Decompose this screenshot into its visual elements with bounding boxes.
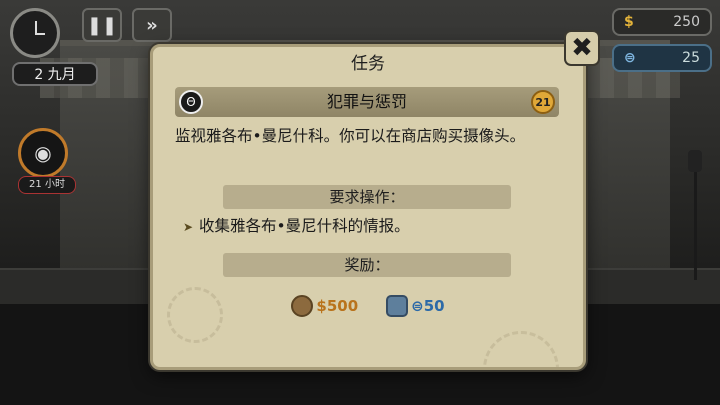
reward-credits-value: ⊜50 <box>411 297 445 315</box>
mission-name: 犯罪与惩罚 <box>326 92 407 111</box>
money-counter: $ 250 <box>612 8 712 36</box>
fast-forward-button[interactable]: » <box>132 8 172 42</box>
mission-description: 监视雅各布•曼尼什科。你可以在商店购买摄像头。 <box>175 127 526 145</box>
money-value: 250 <box>673 14 700 30</box>
requirements-header: 要求操作： <box>223 185 511 209</box>
decorative-gear-icon <box>483 331 559 367</box>
close-button[interactable]: ✖ <box>564 30 600 66</box>
mission-bug-icon: ◉ <box>34 141 52 165</box>
reward-money: $500 <box>291 295 358 317</box>
requirement-item: ➤ 收集雅各布•曼尼什科的情报。 <box>183 215 563 237</box>
dollar-icon: $ <box>624 14 634 30</box>
requirement-text: 收集雅各布•曼尼什科的情报。 <box>199 217 410 235</box>
mission-header: 犯罪与惩罚 Θ 21 <box>175 87 559 117</box>
credits-badge-icon <box>386 295 409 317</box>
reward-money-value: $500 <box>316 297 359 315</box>
rewards-header: 奖励： <box>223 253 511 277</box>
pause-button[interactable]: ❚❚ <box>82 8 122 42</box>
credits-icon: ⊜ <box>624 50 636 66</box>
dialog-title: 任务 <box>351 54 385 74</box>
mission-bug-icon: Θ <box>179 90 203 114</box>
mission-marker-time: 21 小时 <box>18 176 76 194</box>
arrow-icon: ➤ <box>183 220 194 234</box>
reward-credits: ⊜50 <box>386 295 445 317</box>
mission-marker-button[interactable]: ◉ <box>18 128 68 178</box>
credits-counter: ⊜ 25 <box>612 44 712 72</box>
game-screen: { "hud": { "date": "2 九月", "pause_symbol… <box>0 0 720 405</box>
clock-icon <box>10 8 60 58</box>
coins-icon <box>291 295 314 317</box>
credits-value: 25 <box>682 50 700 66</box>
date-display: 2 九月 <box>12 62 98 86</box>
mission-level-badge: 21 <box>531 90 555 114</box>
street-lamp-icon <box>688 150 702 172</box>
rewards-row: $500 ⊜50 <box>153 295 583 317</box>
street-lamp-pole <box>694 170 697 280</box>
mission-dialog: 任务 犯罪与惩罚 Θ 21 监视雅各布•曼尼什科。你可以在商店购买摄像头。 要求… <box>150 44 586 370</box>
